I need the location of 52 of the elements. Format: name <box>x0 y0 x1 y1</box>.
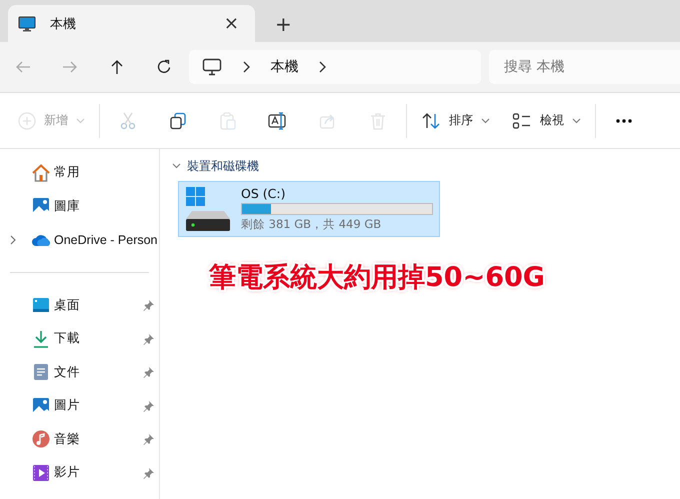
search-field[interactable]: 搜尋 本機 <box>489 50 680 84</box>
refresh-icon <box>156 59 172 75</box>
share-icon <box>319 112 337 130</box>
clipboard-icon <box>219 112 237 130</box>
back-arrow-icon <box>15 59 32 75</box>
video-icon <box>32 464 50 482</box>
copy-icon <box>169 112 187 130</box>
hard-drive-icon <box>185 186 231 232</box>
chevron-right-icon <box>318 61 326 73</box>
monitor-icon <box>202 58 222 76</box>
breadcrumb[interactable]: 本機 <box>270 58 298 76</box>
sidebar-item[interactable]: 影片 <box>0 456 159 490</box>
trash-icon <box>369 112 387 130</box>
sidebar-item[interactable]: 桌面 <box>0 288 159 322</box>
music-note-icon <box>32 430 50 448</box>
forward-arrow-icon <box>62 59 78 75</box>
chevron-down-icon <box>481 118 490 124</box>
annotation-text: 筆電系統大約用掉50~60G <box>209 261 546 295</box>
view-button[interactable]: 檢視 <box>506 102 587 138</box>
chevron-right-icon <box>242 61 250 73</box>
cloud-icon <box>31 232 51 247</box>
new-tab-button[interactable]: + <box>269 5 298 42</box>
tab[interactable]: 本機 × <box>8 5 255 42</box>
chevron-down-icon <box>572 118 581 124</box>
sidebar-item[interactable]: 音樂 <box>0 422 159 456</box>
plus-circle-icon <box>18 112 36 130</box>
sidebar-item[interactable]: OneDrive - Person <box>0 223 159 256</box>
picture-icon <box>32 396 50 415</box>
sidebar-item[interactable]: 圖片 <box>0 389 159 422</box>
group-header[interactable]: 裝置和磁碟機 <box>172 157 259 175</box>
house-icon <box>32 164 50 182</box>
scissors-icon <box>119 112 137 130</box>
chevron-down-icon <box>76 118 85 124</box>
sort-icon <box>421 112 441 130</box>
sort-button[interactable]: 排序 <box>415 102 496 138</box>
close-tab-button[interactable]: × <box>220 13 243 34</box>
picture-frame-icon <box>32 197 50 216</box>
download-arrow-icon <box>32 330 50 348</box>
free-space-text: 剩餘 381 GB，共 449 GB <box>241 217 382 232</box>
address-bar[interactable]: 本機 <box>189 50 482 84</box>
sidebar-item[interactable]: 文件 <box>0 356 159 389</box>
monitor-icon <box>18 16 36 32</box>
sidebar-item[interactable]: 常用 <box>0 156 159 190</box>
document-icon <box>33 363 49 382</box>
drive-name: OS (C:) <box>241 186 286 201</box>
list-view-icon <box>512 112 532 130</box>
sidebar-item[interactable]: 下載 <box>0 322 159 356</box>
more-icon <box>616 118 632 122</box>
rename-icon <box>268 112 288 130</box>
drive-tile[interactable]: OS (C:) 剩餘 381 GB，共 449 GB <box>178 181 440 237</box>
sidebar-item[interactable]: 圖庫 <box>0 190 159 223</box>
desktop-icon <box>32 297 50 314</box>
